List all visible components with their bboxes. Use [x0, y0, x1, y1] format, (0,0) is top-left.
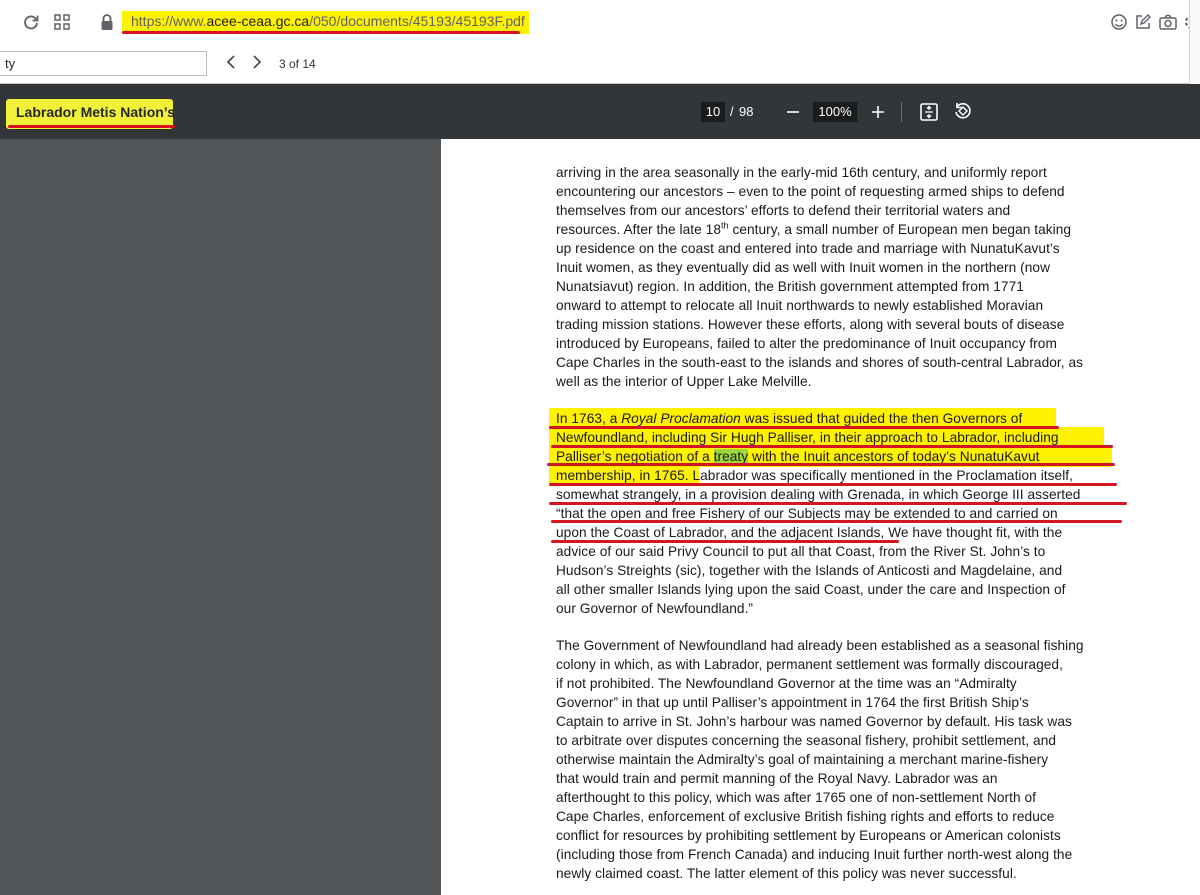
red-underline: [551, 520, 1122, 523]
search-match-highlight: treaty: [713, 449, 749, 464]
emoji-icon[interactable]: [1110, 13, 1128, 31]
body-line: onward to attempt to relocate all Inuit …: [556, 298, 1044, 313]
zoom-input[interactable]: 100%: [813, 102, 857, 122]
url-domain: acee-ceaa.gc.ca: [206, 13, 310, 29]
body-line: The Government of Newfoundland had alrea…: [556, 638, 1084, 653]
text-span: with the Inuit ancestors of today’s Nuna…: [748, 449, 1040, 464]
red-underline: [551, 445, 1113, 448]
body-line: Hudson’s Streights (sic), together with …: [556, 563, 1063, 578]
text-span: Labrador was specifically mentioned in t…: [692, 468, 1073, 483]
body-line: Captain to arrive in St. John’s harbour …: [556, 714, 1072, 729]
body-line: otherwise maintain the Admiralty’s goal …: [556, 752, 1049, 767]
text-span: We have thought fit, with the: [884, 525, 1063, 540]
body-line: to arbitrate over disputes concerning th…: [556, 733, 1057, 748]
body-line: Inuit women, as they eventually did as w…: [556, 260, 1051, 275]
body-line: all other smaller Islands lying upon the…: [556, 582, 1066, 597]
body-line: Cape Charles in the south-east to the is…: [556, 355, 1084, 370]
find-previous-icon[interactable]: [224, 54, 238, 70]
red-underline: [549, 426, 1059, 429]
red-underline: [551, 540, 899, 543]
zoom-out-icon[interactable]: [785, 104, 801, 120]
page-separator: /: [730, 104, 734, 119]
text-span: was issued that guided the then Governor…: [740, 411, 1023, 426]
page-total: 98: [739, 104, 754, 119]
document-title: Labrador Metis Nation’s: [16, 104, 175, 120]
text-span: upon the Coast of Labrador, and the adja…: [556, 525, 885, 540]
rotate-icon[interactable]: [953, 101, 973, 121]
url-underline: [122, 31, 520, 34]
zoom-in-icon[interactable]: [870, 104, 886, 120]
find-match-count: 3 of 14: [279, 57, 316, 71]
url-prefix: https://www.: [131, 13, 207, 29]
body-line: Governor” in that up until Palliser’s ap…: [556, 695, 1029, 710]
reload-icon[interactable]: [22, 13, 40, 31]
apps-grid-icon[interactable]: [54, 14, 70, 30]
fit-to-page-icon[interactable]: [919, 102, 939, 122]
text-span: resources. After the late 18: [556, 222, 721, 237]
title-underline: [8, 125, 175, 128]
body-line: that would train and permit manning of t…: [556, 771, 998, 786]
body-line: themselves from our ancestors’ efforts t…: [556, 203, 1011, 218]
body-line: colony in which, as with Labrador, perma…: [556, 657, 1063, 672]
url-field[interactable]: https://www.acee-ceaa.gc.ca/050/document…: [131, 13, 525, 29]
body-line: introduced by Europeans, failed to alter…: [556, 336, 1057, 351]
side-frame: [1189, 0, 1200, 84]
body-line: conflict for resources by prohibiting se…: [556, 828, 1061, 843]
body-line: if not prohibited. The Newfoundland Gove…: [556, 676, 1017, 691]
edit-icon[interactable]: [1134, 13, 1152, 31]
text-span: In 1763, a: [556, 411, 622, 426]
toolbar-divider: [901, 102, 902, 122]
url-path: /050/documents/45193/45193F.pdf: [309, 13, 525, 29]
body-line: Cape Charles, enforcement of exclusive B…: [556, 809, 1055, 824]
italic-title: Royal Proclamation: [621, 411, 741, 426]
camera-icon[interactable]: [1158, 13, 1178, 31]
body-line: afterthought to this policy, which was a…: [556, 790, 1037, 805]
text-span: Palliser’s negotiation of a: [556, 449, 714, 464]
page-number-input[interactable]: 10: [701, 102, 725, 122]
red-underline: [549, 502, 1127, 505]
body-line: encountering our ancestors – even to the…: [556, 184, 1065, 199]
find-next-icon[interactable]: [250, 54, 264, 70]
body-line: up residence on the coast and entered in…: [556, 241, 1060, 256]
pdf-toolbar: [0, 84, 1200, 139]
body-line: arriving in the area seasonally in the e…: [556, 165, 1047, 180]
body-line: (including those from French Canada) and…: [556, 847, 1073, 862]
body-line: well as the interior of Upper Lake Melvi…: [556, 374, 812, 389]
red-underline: [549, 483, 1117, 486]
body-line: Nunatsiavut) region. In addition, the Br…: [556, 279, 1024, 294]
lock-icon[interactable]: [100, 13, 114, 31]
text-span: century, a small number of European men …: [728, 222, 1072, 237]
superscript: th: [720, 220, 729, 231]
body-line: our Governor of Newfoundland.”: [556, 601, 754, 616]
find-input[interactable]: ty: [0, 51, 207, 76]
body-line: newly claimed coast. The latter element …: [556, 866, 1017, 881]
body-line: trading mission stations. However these …: [556, 317, 1065, 332]
body-line: advice of our said Privy Council to put …: [556, 544, 1046, 559]
text-span: membership, in 1765.: [556, 468, 693, 483]
red-underline: [547, 463, 1115, 466]
body-line: resources. After the late 18th century, …: [556, 220, 1071, 239]
